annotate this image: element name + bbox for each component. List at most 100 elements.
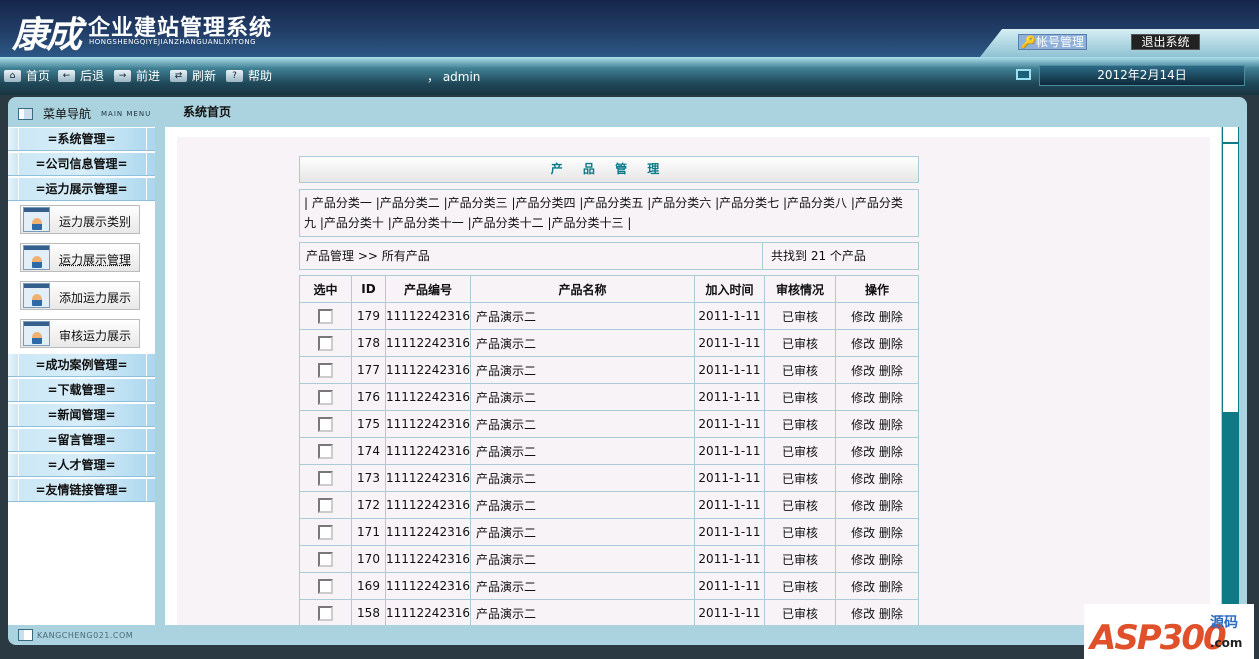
edit-link[interactable]: 修改 xyxy=(851,418,875,432)
menu-group[interactable]: =运力展示管理= xyxy=(8,177,155,201)
cell-id: 177 xyxy=(351,356,386,384)
cell-date: 2011-1-11 xyxy=(693,599,765,625)
delete-link[interactable]: 删除 xyxy=(879,553,903,567)
cell-actions: 修改 删除 xyxy=(834,518,920,546)
row-checkbox[interactable] xyxy=(318,389,333,405)
row-checkbox[interactable] xyxy=(318,470,333,486)
edit-link[interactable]: 修改 xyxy=(851,472,875,486)
logout-button[interactable]: 退出系统 xyxy=(1131,34,1200,50)
edit-link[interactable]: 修改 xyxy=(851,526,875,540)
table-row: 179 11112242316 产品演示二 2011-1-11 已审核 修改 删除 xyxy=(299,302,920,330)
select-cell xyxy=(299,545,352,573)
menu-group[interactable]: =新闻管理= xyxy=(8,403,155,427)
cell-id: 176 xyxy=(351,383,386,411)
watermark-logo: ASP300 源码 .com xyxy=(1084,604,1254,659)
delete-link[interactable]: 删除 xyxy=(879,445,903,459)
toolbar-label: 帮助 xyxy=(248,69,273,83)
scrollbar[interactable] xyxy=(1222,127,1239,625)
edit-link[interactable]: 修改 xyxy=(851,445,875,459)
table-row: 172 11112242316 产品演示二 2011-1-11 已审核 修改 删除 xyxy=(299,491,920,519)
edit-link[interactable]: 修改 xyxy=(851,310,875,324)
user-icon xyxy=(23,321,50,346)
row-checkbox[interactable] xyxy=(318,497,333,513)
menu-group[interactable]: =下载管理= xyxy=(8,378,155,402)
delete-link[interactable]: 删除 xyxy=(879,526,903,540)
menu-group[interactable]: =友情链接管理= xyxy=(8,478,155,502)
menu-group[interactable]: =成功案例管理= xyxy=(8,353,155,377)
cell-code: 11112242316 xyxy=(385,329,471,357)
category-link[interactable]: 产品分类二 xyxy=(380,196,440,210)
menu-item[interactable]: 审核运力展示 xyxy=(20,319,140,348)
row-checkbox[interactable] xyxy=(318,362,333,378)
cell-id: 175 xyxy=(351,410,386,438)
cell-name: 产品演示二 xyxy=(469,356,695,384)
category-link[interactable]: 产品分类五 xyxy=(583,196,643,210)
category-link[interactable]: 产品分类十一 xyxy=(392,216,464,230)
toolbar-refresh-button[interactable]: ⇄ 刷新 xyxy=(170,67,216,84)
menu-item[interactable]: 添加运力展示 xyxy=(20,281,140,310)
cell-status: 已审核 xyxy=(763,491,836,519)
menu-icon xyxy=(18,107,33,120)
menu-group[interactable]: =系统管理= xyxy=(8,127,155,151)
menu-item[interactable]: 运力展示管理 xyxy=(20,243,140,272)
delete-link[interactable]: 删除 xyxy=(879,607,903,621)
toolbar-label: 后退 xyxy=(80,69,105,83)
category-link[interactable]: 产品分类十 xyxy=(324,216,384,230)
delete-link[interactable]: 删除 xyxy=(879,499,903,513)
toolbar: ⌂ 首页 ← 后退 → 前进 ⇄ 刷新? 帮助 ， admin 2012年2月14日 xyxy=(0,57,1259,95)
edit-link[interactable]: 修改 xyxy=(851,499,875,513)
menu-item[interactable]: 运力展示类别 xyxy=(20,205,140,234)
toolbar-home-button[interactable]: ⌂ 首页 xyxy=(4,67,50,84)
toolbar-back-arrow-button[interactable]: ← 后退 xyxy=(58,67,104,84)
row-checkbox[interactable] xyxy=(318,443,333,459)
delete-link[interactable]: 删除 xyxy=(879,364,903,378)
menu-item-label: 运力展示类别 xyxy=(59,215,132,229)
menu-group[interactable]: =公司信息管理= xyxy=(8,152,155,176)
row-checkbox[interactable] xyxy=(318,524,333,540)
edit-link[interactable]: 修改 xyxy=(851,553,875,567)
category-link[interactable]: 产品分类六 xyxy=(651,196,711,210)
row-checkbox[interactable] xyxy=(318,578,333,594)
delete-link[interactable]: 删除 xyxy=(879,472,903,486)
menu-group[interactable]: =人才管理= xyxy=(8,453,155,477)
row-checkbox[interactable] xyxy=(318,416,333,432)
delete-link[interactable]: 删除 xyxy=(879,310,903,324)
row-checkbox[interactable] xyxy=(318,551,333,567)
toolbar-help-button[interactable]: ? 帮助 xyxy=(226,67,272,84)
category-link[interactable]: 产品分类三 xyxy=(448,196,508,210)
menu-nav-title: 菜单导航 MAIN MENU xyxy=(18,105,151,122)
category-link[interactable]: 产品分类八 xyxy=(787,196,847,210)
category-link[interactable]: 产品分类四 xyxy=(515,196,575,210)
edit-link[interactable]: 修改 xyxy=(851,607,875,621)
menu-item-label: 添加运力展示 xyxy=(59,291,132,305)
delete-link[interactable]: 删除 xyxy=(879,418,903,432)
category-link[interactable]: 产品分类十三 xyxy=(552,216,624,230)
row-checkbox[interactable] xyxy=(318,335,333,351)
edit-link[interactable]: 修改 xyxy=(851,337,875,351)
cell-date: 2011-1-11 xyxy=(693,356,765,384)
delete-link[interactable]: 删除 xyxy=(879,580,903,594)
delete-link[interactable]: 删除 xyxy=(879,391,903,405)
cell-actions: 修改 删除 xyxy=(834,464,920,492)
content-frame: 产 品 管 理 | 产品分类一 |产品分类二 |产品分类三 |产品分类四 |产品… xyxy=(165,127,1221,625)
table-row: 176 11112242316 产品演示二 2011-1-11 已审核 修改 删除 xyxy=(299,383,920,411)
help-icon: ? xyxy=(226,69,243,82)
cell-actions: 修改 删除 xyxy=(834,383,920,411)
scrollbar-thumb[interactable] xyxy=(1223,144,1238,412)
category-link[interactable]: 产品分类七 xyxy=(719,196,779,210)
edit-link[interactable]: 修改 xyxy=(851,391,875,405)
cell-date: 2011-1-11 xyxy=(693,545,765,573)
edit-link[interactable]: 修改 xyxy=(851,364,875,378)
edit-link[interactable]: 修改 xyxy=(851,580,875,594)
row-checkbox[interactable] xyxy=(318,605,333,621)
category-link[interactable]: 产品分类十二 xyxy=(472,216,544,230)
scroll-up-button[interactable] xyxy=(1223,127,1238,142)
account-management-button[interactable]: 🔑帐号管理 xyxy=(1018,34,1087,50)
back-arrow-icon: ← xyxy=(58,69,75,82)
footer-site: KANGCHENG021.COM xyxy=(37,630,134,640)
menu-group[interactable]: =留言管理= xyxy=(8,428,155,452)
row-checkbox[interactable] xyxy=(318,308,333,324)
toolbar-forward-arrow-button[interactable]: → 前进 xyxy=(114,67,160,84)
category-link[interactable]: 产品分类一 xyxy=(312,196,372,210)
delete-link[interactable]: 删除 xyxy=(879,337,903,351)
